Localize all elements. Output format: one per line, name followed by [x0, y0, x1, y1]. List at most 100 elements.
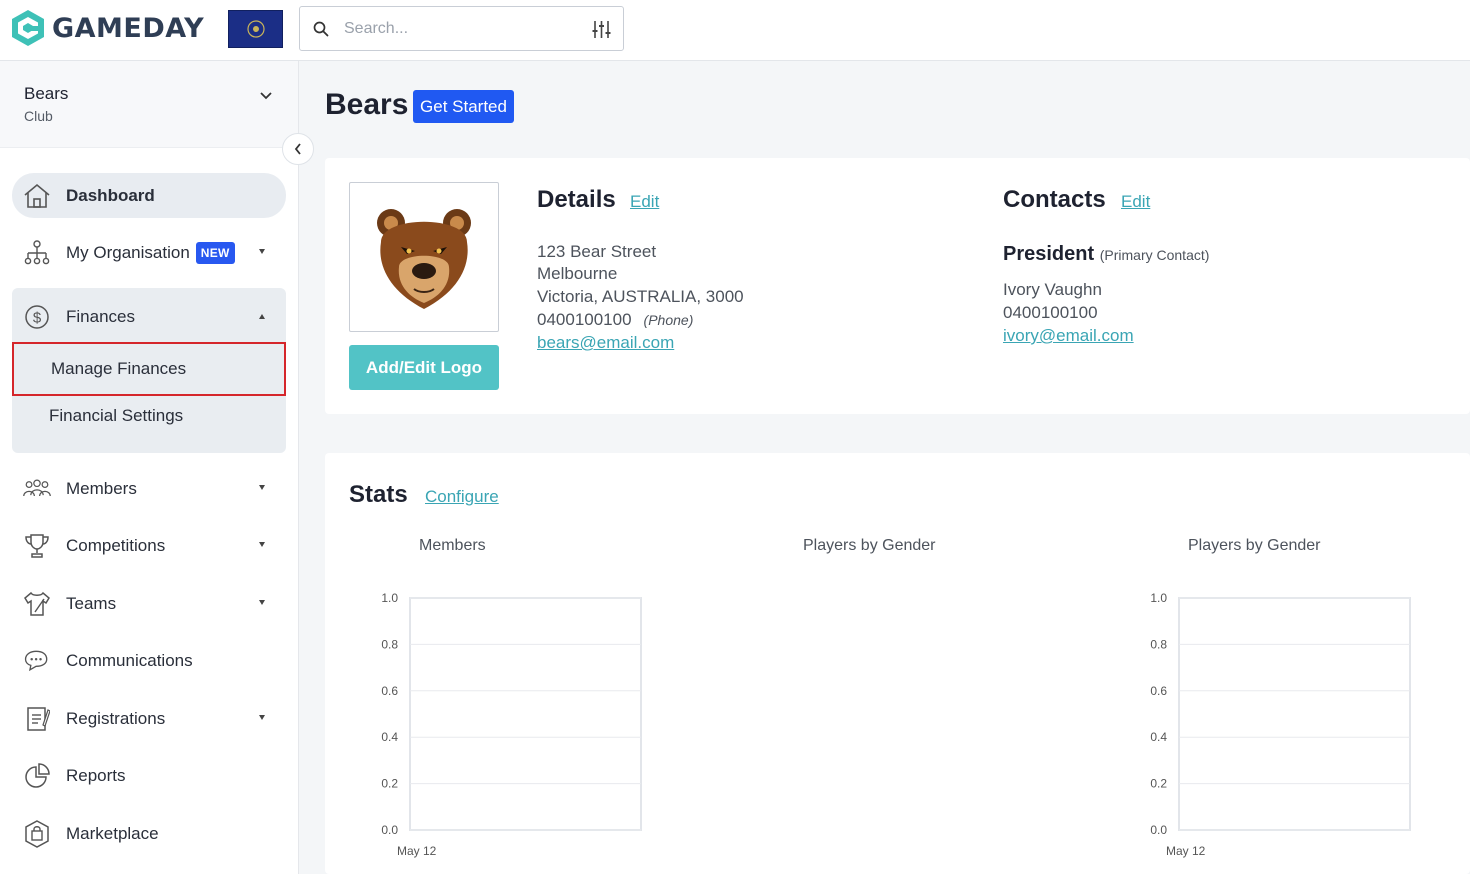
sidebar-item-label: Dashboard: [66, 185, 155, 205]
contact-role: President (Primary Contact): [1003, 243, 1209, 266]
sidebar-item-my-organisation[interactable]: My Organisation NEW: [12, 230, 286, 275]
address-street: 123 Bear Street: [537, 242, 657, 261]
caret-down-icon: [259, 715, 265, 720]
members-chart: 1.0 0.8 0.6 0.4 0.2 0.0 May 12: [381, 591, 642, 858]
chart-title-members: Members: [419, 537, 486, 554]
sidebar-item-label: Members: [66, 478, 137, 498]
members-chart-y-tick-label: 0.0: [381, 823, 398, 837]
subitem-label: Financial Settings: [49, 406, 184, 425]
subitem-label: Manage Finances: [51, 359, 187, 378]
organisation-flag-image: [228, 10, 283, 48]
sidebar-item-finances[interactable]: $ Finances: [12, 294, 286, 339]
search-input[interactable]: [344, 18, 574, 40]
sidebar-item-dashboard[interactable]: Dashboard: [12, 173, 286, 218]
clipboard-form-icon: [22, 704, 52, 734]
phone-number: 0400100100: [537, 310, 632, 329]
sidebar-item-competitions[interactable]: Competitions: [12, 523, 286, 568]
contact-role-note: (Primary Contact): [1099, 247, 1210, 263]
contact-name: Ivory Vaughn: [1003, 280, 1102, 299]
sidebar-collapse-button[interactable]: [282, 133, 314, 165]
home-icon: [22, 181, 52, 211]
caret-down-icon: [259, 600, 265, 605]
chevron-down-icon[interactable]: [259, 91, 273, 101]
gender-chart-x-tick-label: May 12: [1166, 844, 1206, 858]
gender-chart-y-tick-label: 0.6: [1150, 684, 1167, 698]
organisation-type: Club: [24, 108, 53, 124]
filter-sliders-icon[interactable]: [592, 20, 611, 39]
caret-up-icon: [259, 314, 265, 319]
get-started-button[interactable]: Get Started: [413, 90, 514, 123]
members-group-icon: [22, 474, 52, 504]
search-icon: [313, 21, 329, 37]
members-chart-y-tick-label: 1.0: [381, 591, 398, 605]
club-email-link[interactable]: bears@email.com: [537, 333, 674, 353]
contacts-heading: Contacts: [1003, 186, 1106, 213]
details-heading: Details: [537, 186, 616, 213]
gender-chart-plot-area: [1178, 597, 1411, 831]
stats-heading: Stats: [349, 481, 408, 508]
members-chart-plot-area: [409, 597, 642, 831]
sidebar-item-label: Reports: [66, 765, 126, 785]
caret-down-icon: [259, 249, 265, 254]
bear-logo-icon: [377, 209, 471, 309]
emblem-icon: [246, 20, 265, 38]
members-chart-y-tick-label: 0.4: [381, 730, 398, 744]
organisation-switcher[interactable]: Bears Club: [0, 61, 298, 148]
phone-type-label: (Phone): [643, 312, 694, 328]
new-badge: NEW: [195, 241, 235, 264]
sidebar-item-communications[interactable]: Communications: [12, 638, 286, 683]
contact-email-link[interactable]: ivory@email.com: [1003, 326, 1134, 346]
gameday-logo[interactable]: GAMEDAY: [10, 9, 204, 47]
details-edit-link[interactable]: Edit: [630, 192, 659, 212]
dollar-circle-icon: $: [22, 302, 52, 332]
add-edit-logo-button[interactable]: Add/Edit Logo: [349, 345, 499, 390]
sidebar-item-label: Competitions: [66, 535, 166, 555]
gender-chart-y-tick-label: 0.4: [1150, 730, 1167, 744]
chevron-left-icon: [294, 143, 301, 155]
chart-title-players-by-gender-2: Players by Gender: [1188, 537, 1321, 554]
sidebar-item-label: My Organisation: [66, 242, 190, 262]
pie-chart-icon: [22, 761, 52, 791]
svg-text:$: $: [33, 309, 42, 326]
members-chart-y-tick-label: 0.8: [381, 637, 398, 651]
contacts-edit-link[interactable]: Edit: [1121, 192, 1150, 212]
sidebar-subitem-manage-finances[interactable]: Manage Finances: [12, 342, 286, 396]
stats-configure-link[interactable]: Configure: [425, 487, 499, 507]
contact-role-title: President: [1003, 243, 1095, 265]
caret-down-icon: [259, 485, 265, 490]
sidebar-item-members[interactable]: Members: [12, 466, 286, 511]
shopping-bag-icon: [22, 819, 52, 849]
gender-chart-y-tick-label: 1.0: [1150, 591, 1167, 605]
gameday-logo-icon: [12, 10, 44, 46]
gender-chart-y-tick-label: 0.2: [1150, 777, 1167, 791]
chat-bubbles-icon: [22, 646, 52, 676]
sidebar-item-registrations[interactable]: Registrations: [12, 696, 286, 741]
club-logo-image: [349, 182, 499, 332]
sidebar-item-teams[interactable]: Teams: [12, 581, 286, 626]
jersey-icon: [22, 589, 52, 619]
contact-phone: 0400100100: [1003, 303, 1098, 322]
members-chart-x-tick-label: May 12: [397, 844, 437, 858]
sidebar-item-marketplace[interactable]: Marketplace: [12, 811, 286, 856]
sidebar-item-label: Communications: [66, 650, 193, 670]
address-city: Melbourne: [537, 264, 618, 283]
org-chart-icon: [22, 238, 52, 268]
sidebar-item-reports[interactable]: Reports: [12, 753, 286, 798]
sidebar: Bears Club Dashboard My Organisation NEW…: [0, 61, 299, 874]
gender-chart-y-tick-label: 0.8: [1150, 637, 1167, 651]
brand-name: GAMEDAY: [52, 12, 205, 44]
members-chart-y-tick-label: 0.6: [381, 684, 398, 698]
organisation-name: Bears: [24, 84, 69, 103]
sidebar-item-label: Finances: [66, 306, 135, 326]
sidebar-subitem-financial-settings[interactable]: Financial Settings: [12, 390, 286, 442]
gender-chart-y-tick-label: 0.0: [1150, 823, 1167, 837]
address-region: Victoria, AUSTRALIA, 3000: [537, 287, 744, 306]
caret-down-icon: [259, 542, 265, 547]
trophy-icon: [22, 531, 52, 561]
search-box[interactable]: [299, 6, 624, 51]
sidebar-item-label: Marketplace: [66, 823, 159, 843]
club-phone: 0400100100 (Phone): [537, 310, 693, 330]
page-title: Bears: [325, 88, 409, 121]
chart-title-players-by-gender: Players by Gender: [803, 537, 936, 554]
members-chart-y-tick-label: 0.2: [381, 777, 398, 791]
